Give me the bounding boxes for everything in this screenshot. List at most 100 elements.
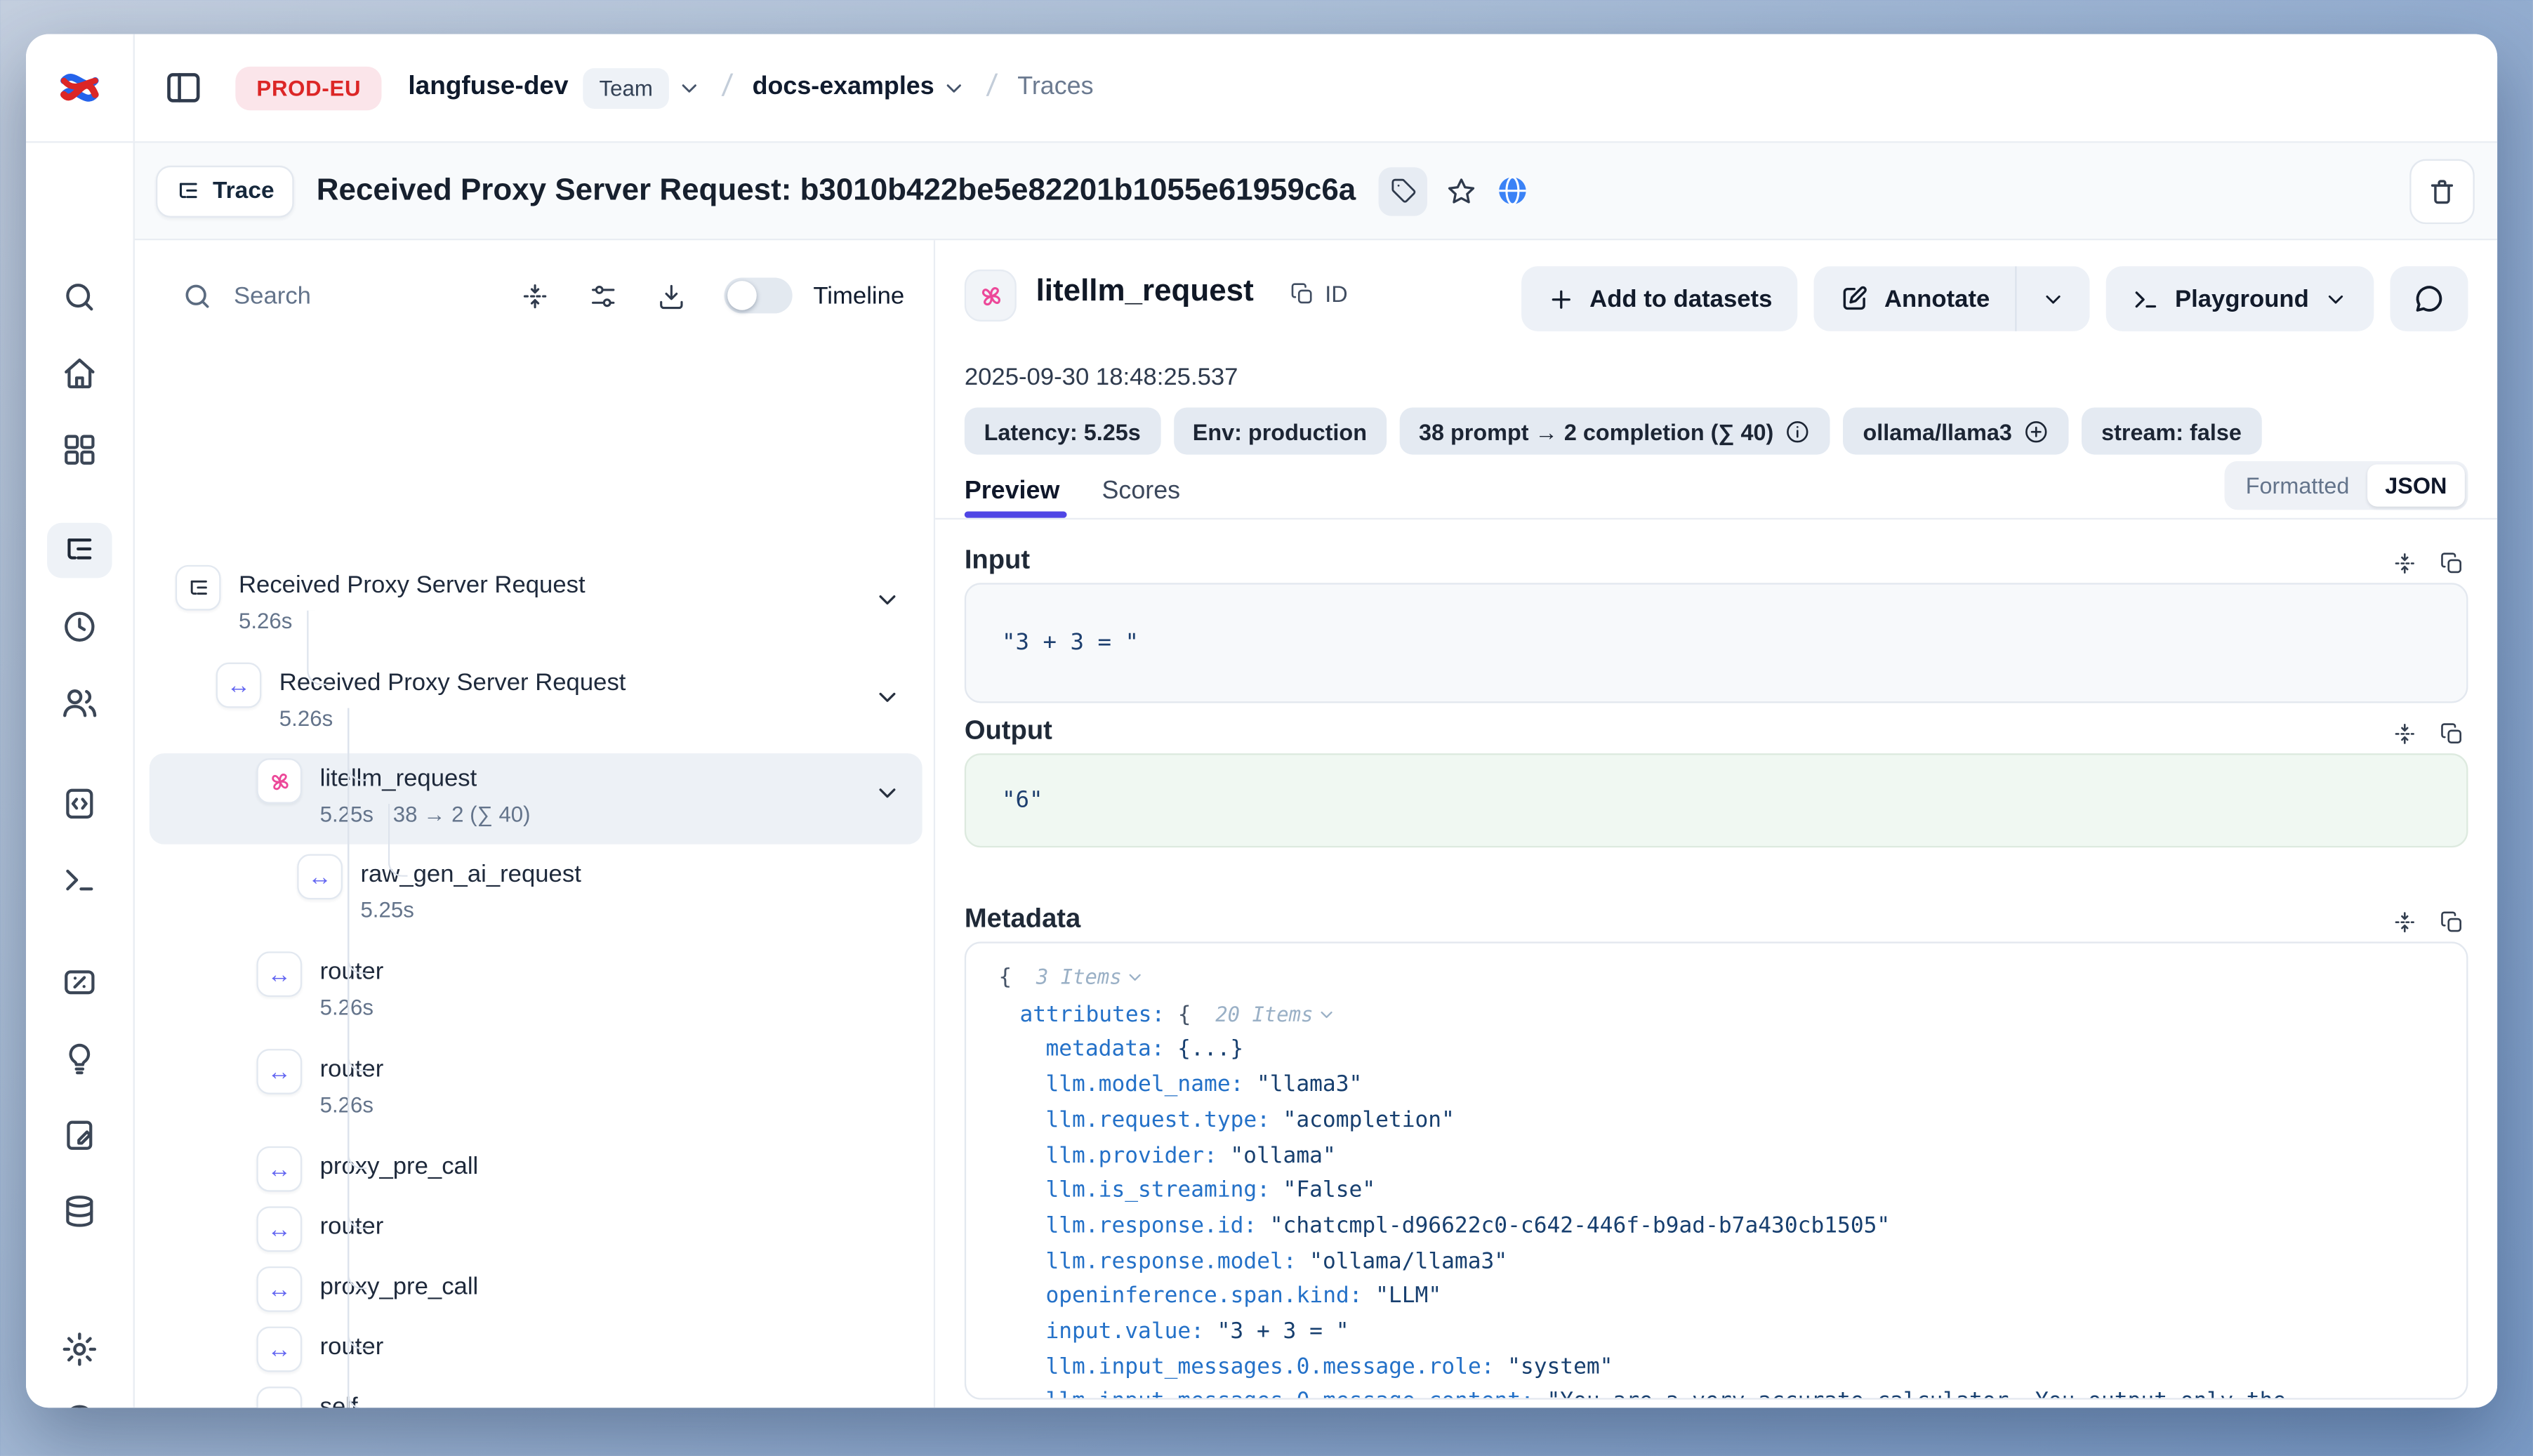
metadata-json-box: {3 Items attributes:{20 Items metadata:{… [965,941,2468,1399]
tree-row-litellm-request-selected[interactable]: litellm_request 5.25s38 → 2 (∑ 40) [150,753,922,845]
settings-gear-icon[interactable] [61,1330,98,1368]
collapse-section-icon[interactable] [2392,909,2418,935]
home-icon[interactable] [62,356,98,392]
evaluators-icon[interactable] [62,965,98,1000]
app-window: PROD-EU langfuse-dev Team / docs-example… [26,34,2497,1408]
delete-trace-button[interactable] [2409,159,2475,225]
annotation-queues-icon[interactable] [62,1117,98,1153]
search-input[interactable] [234,282,429,309]
tab-scores[interactable]: Scores [1102,477,1181,507]
json-line[interactable]: attributes:{20 Items [998,996,2456,1033]
search-nav-icon[interactable] [62,279,98,315]
span-icon: ↔ [256,1266,302,1312]
annotate-button[interactable]: Annotate [1815,266,2016,331]
plus-icon [1547,285,1575,312]
project-name[interactable]: docs-examples [753,73,934,102]
support-lifebuoy-icon[interactable] [61,1402,98,1408]
langfuse-logo-icon [55,63,104,112]
span-icon: ↔ [256,1146,302,1192]
tree-row-span[interactable]: ↔ Received Proxy Server Request 5.26s [150,658,922,749]
span-icon: ↔ [256,1049,302,1094]
tree-row-trace-root[interactable]: Received Proxy Server Request 5.26s [150,560,922,651]
langfuse-logo[interactable] [26,34,135,142]
span-icon: ↔ [256,1206,302,1252]
add-to-datasets-button[interactable]: Add to datasets [1521,266,1798,331]
breadcrumb-divider: / [985,70,998,105]
sessions-clock-icon[interactable] [62,609,98,644]
json-line: llm.response.id:"chatcmpl-d96622c0-c642-… [998,1210,2456,1245]
org-chevron-down-icon[interactable] [677,76,702,100]
bookmark-star-button[interactable] [1445,175,1477,207]
metadata-section-label: Metadata [965,904,1080,935]
comments-button[interactable] [2390,266,2468,331]
copy-icon[interactable] [2439,721,2465,747]
trace-type-chip: Trace [156,165,293,217]
format-json-option[interactable]: JSON [2367,464,2465,506]
tree-row-span[interactable]: ↔ proxy_pre_call [150,1262,922,1317]
tree-connector [307,611,326,685]
project-chevron-down-icon[interactable] [942,76,967,100]
json-line: llm.input_messages.0.message.role:"syste… [998,1351,2456,1386]
info-icon[interactable] [1785,418,1811,444]
tree-row-span[interactable]: ↔ router 5.26s [150,1044,922,1135]
collapse-section-icon[interactable] [2392,550,2418,576]
public-share-button[interactable] [1495,173,1530,208]
span-icon: ↔ [256,1386,302,1408]
tree-row-span[interactable]: ↔ proxy_pre_call [150,1141,922,1197]
collapse-section-icon[interactable] [2392,721,2418,747]
fold-vertical-icon [520,280,550,311]
users-icon[interactable] [61,684,98,722]
json-line: llm.is_streaming:"False" [998,1174,2456,1210]
copy-id-button[interactable]: ID [1289,281,1347,307]
insights-lightbulb-icon[interactable] [62,1041,98,1077]
tree-row-span[interactable]: ↔ raw_gen_ai_request 5.25s [150,849,922,941]
download-button[interactable] [656,280,687,311]
dashboards-icon[interactable] [62,432,98,468]
collapse-chevron-icon[interactable] [873,684,901,711]
playground-button[interactable]: Playground [2107,266,2374,331]
span-icon: ↔ [297,854,343,900]
sidebar-toggle-icon[interactable] [164,68,204,107]
top-header: PROD-EU langfuse-dev Team / docs-example… [26,34,2497,143]
tree-row-label: litellm_request [320,765,477,792]
json-line[interactable]: metadata:{...} [998,1033,2456,1068]
tree-row-span[interactable]: ↔ self 5.23s [150,1382,922,1408]
tree-connector [388,804,408,877]
stream-badge: stream: false [2082,408,2261,455]
playground-terminal-icon[interactable] [62,862,98,898]
tree-row-duration: 5.25s [360,898,414,922]
annotate-dropdown-button[interactable] [2016,266,2090,331]
format-formatted-option[interactable]: Formatted [2228,472,2367,498]
tab-preview[interactable]: Preview [965,477,1060,507]
datasets-database-icon[interactable] [62,1193,98,1229]
chevron-down-icon [2324,286,2348,311]
environment-badge: PROD-EU [235,66,382,110]
copy-icon[interactable] [2439,909,2465,935]
collapse-chevron-icon[interactable] [873,779,901,807]
view-settings-button[interactable] [588,280,619,311]
tree-row-span[interactable]: ↔ router 5.26s [150,946,922,1038]
breadcrumb-section[interactable]: Traces [1017,73,1093,102]
tree-row-tokens: 38 → 2 (∑ 40) [393,802,531,827]
tree-row-span[interactable]: ↔ router [150,1322,922,1377]
tree-connector [348,708,367,1408]
collapse-all-button[interactable] [520,280,550,311]
input-section-actions [2392,550,2465,576]
tree-row-duration: 5.26s [279,706,333,731]
collapse-chevron-icon[interactable] [873,586,901,614]
plus-circle-icon[interactable] [2023,418,2049,444]
json-line: llm.response.model:"ollama/llama3" [998,1245,2456,1280]
org-name[interactable]: langfuse-dev [408,73,568,102]
active-tab-underline [965,512,1067,517]
tracing-icon[interactable] [47,523,112,578]
span-icon: ↔ [216,663,262,708]
tree-row-span[interactable]: ↔ router [150,1201,922,1257]
copy-icon[interactable] [2439,550,2465,576]
tag-icon [1389,177,1417,204]
tag-button[interactable] [1379,166,1427,215]
breadcrumb: PROD-EU langfuse-dev Team / docs-example… [135,34,2497,142]
prompts-file-code-icon[interactable] [62,786,98,821]
timeline-toggle[interactable] [724,277,792,313]
json-line[interactable]: {3 Items [998,960,2456,997]
search-icon [182,280,213,311]
